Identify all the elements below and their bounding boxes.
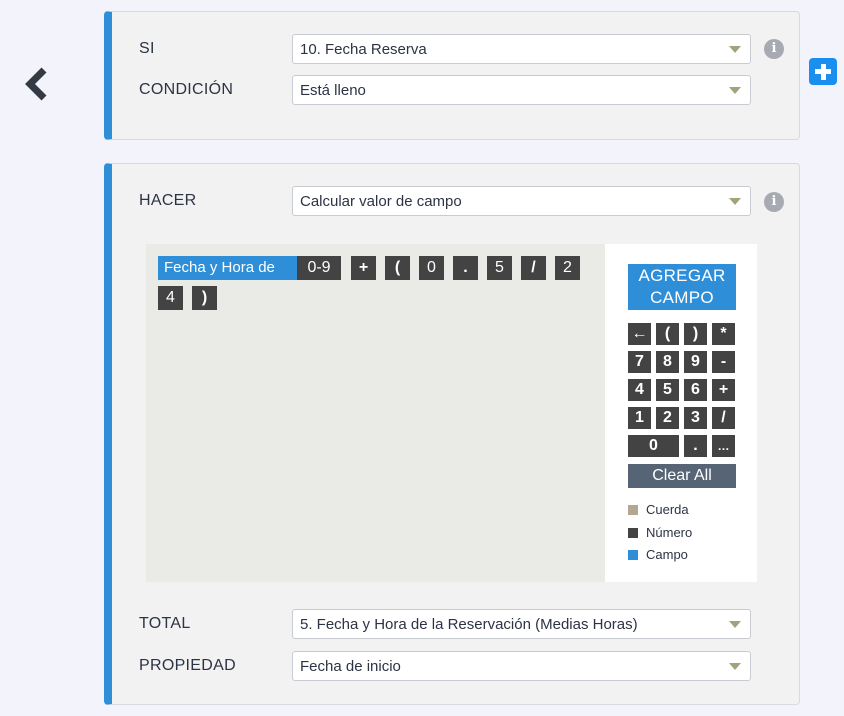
key-1[interactable]: 1 (628, 407, 651, 429)
si-select[interactable]: 10. Fecha Reserva (292, 34, 751, 64)
caret-down-icon (729, 46, 741, 53)
key-minus[interactable]: - (712, 351, 735, 373)
condicion-select[interactable]: Está lleno (292, 75, 751, 105)
key-7[interactable]: 7 (628, 351, 651, 373)
si-label: SI (139, 40, 155, 57)
legend-swatch (628, 528, 638, 538)
legend-label: Cuerda (646, 502, 689, 517)
key-decimal[interactable]: . (684, 435, 707, 457)
formula-token[interactable]: / (521, 256, 546, 280)
condition-panel: SI 10. Fecha Reserva i CONDICIÓN Está ll… (104, 11, 800, 140)
caret-down-icon (729, 87, 741, 94)
clear-all-button[interactable]: Clear All (628, 464, 736, 488)
formula-keypad: AGREGAR CAMPO ← ( ) * 7 8 9 - 4 5 6 + 1 … (605, 244, 757, 582)
plus-icon[interactable] (809, 58, 837, 85)
hacer-select-value: Calcular valor de campo (300, 193, 462, 210)
formula-editor[interactable]: Fecha y Hora de 0-9 + ( 0 . 5 / 2 4 ) (146, 244, 605, 582)
key-divide[interactable]: / (712, 407, 735, 429)
info-icon[interactable]: i (764, 39, 784, 59)
caret-down-icon (729, 621, 741, 628)
propiedad-select[interactable]: Fecha de inicio (292, 651, 751, 681)
key-plus[interactable]: + (712, 379, 735, 401)
si-select-value: 10. Fecha Reserva (300, 41, 427, 58)
key-8[interactable]: 8 (656, 351, 679, 373)
key-close-paren[interactable]: ) (684, 323, 707, 345)
propiedad-select-value: Fecha de inicio (300, 658, 401, 675)
total-select-value: 5. Fecha y Hora de la Reservación (Media… (300, 616, 638, 633)
total-label: TOTAL (139, 615, 191, 632)
condicion-label: CONDICIÓN (139, 81, 234, 98)
condicion-select-value: Está lleno (300, 82, 366, 99)
backspace-key[interactable]: ← (628, 323, 651, 345)
caret-down-icon (729, 663, 741, 670)
formula-token[interactable]: 4 (158, 286, 183, 310)
propiedad-label: PROPIEDAD (139, 657, 236, 674)
formula-token[interactable]: . (453, 256, 478, 280)
legend-swatch (628, 505, 638, 515)
formula-token[interactable]: ) (192, 286, 217, 310)
key-6[interactable]: 6 (684, 379, 707, 401)
key-9[interactable]: 9 (684, 351, 707, 373)
add-field-button[interactable]: AGREGAR CAMPO (628, 264, 736, 310)
key-3[interactable]: 3 (684, 407, 707, 429)
key-open-paren[interactable]: ( (656, 323, 679, 345)
caret-down-icon (729, 198, 741, 205)
legend-item: Cuerda (628, 502, 689, 517)
key-5[interactable]: 5 (656, 379, 679, 401)
legend-item: Campo (628, 547, 688, 562)
ellipsis-icon[interactable]: … (712, 435, 735, 457)
formula-token[interactable]: + (351, 256, 376, 280)
info-icon[interactable]: i (764, 192, 784, 212)
formula-token[interactable]: 2 (555, 256, 580, 280)
total-select[interactable]: 5. Fecha y Hora de la Reservación (Media… (292, 609, 751, 639)
legend-label: Número (646, 525, 693, 540)
legend-label: Campo (646, 547, 688, 562)
action-panel: HACER Calcular valor de campo i Fecha y … (104, 163, 800, 705)
formula-token-field[interactable]: Fecha y Hora de (158, 256, 297, 280)
formula-token[interactable]: ( (385, 256, 410, 280)
formula-token[interactable]: 0 (419, 256, 444, 280)
formula-token[interactable]: 0-9 (297, 256, 341, 280)
chevron-left-icon[interactable] (22, 66, 50, 102)
hacer-label: HACER (139, 192, 197, 209)
hacer-select[interactable]: Calcular valor de campo (292, 186, 751, 216)
legend-swatch (628, 550, 638, 560)
key-4[interactable]: 4 (628, 379, 651, 401)
key-multiply[interactable]: * (712, 323, 735, 345)
key-2[interactable]: 2 (656, 407, 679, 429)
legend-item: Número (628, 525, 692, 540)
formula-token[interactable]: 5 (487, 256, 512, 280)
key-0[interactable]: 0 (628, 435, 679, 457)
